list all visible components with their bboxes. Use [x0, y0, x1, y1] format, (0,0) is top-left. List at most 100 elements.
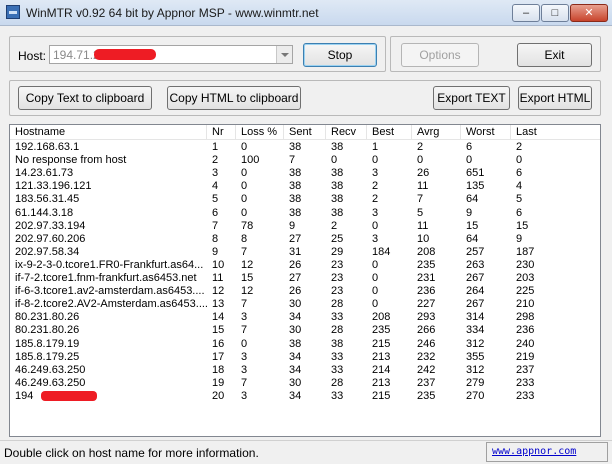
- cell-avrg: 246: [417, 337, 436, 350]
- cell-worst: 312: [466, 363, 485, 376]
- table-row[interactable]: 192.168.63.1 1 0 38 38 1 2 6 2: [10, 141, 600, 154]
- cell-recv: 28: [331, 324, 344, 337]
- cell-hostname: 46.249.63.250: [15, 376, 86, 389]
- title-bar[interactable]: WinMTR v0.92 64 bit by Appnor MSP - www.…: [0, 0, 612, 26]
- table-row[interactable]: 202.97.60.206 8 8 27 25 3 10 64 9: [10, 233, 600, 246]
- status-text: Double click on host name for more infor…: [4, 446, 259, 460]
- cell-loss: 3: [241, 389, 248, 402]
- minimize-button[interactable]: –: [512, 4, 540, 22]
- cell-nr: 7: [212, 219, 219, 232]
- cell-hostname: 185.8.179.25: [15, 350, 80, 363]
- cell-best: 215: [372, 337, 391, 350]
- column-nr[interactable]: Nr: [207, 125, 236, 140]
- cell-worst: 264: [466, 285, 485, 298]
- cell-best: 2: [372, 193, 379, 206]
- table-row[interactable]: ix-9-2-3-0.tcore1.FR0-Frankfurt.as64... 1…: [10, 259, 600, 272]
- cell-loss: 78: [241, 219, 254, 232]
- export-html-button[interactable]: Export HTML: [518, 86, 592, 110]
- cell-loss: 15: [241, 272, 254, 284]
- table-row[interactable]: 202.97.33.194 7 78 9 2 0 11 15 15: [10, 220, 600, 233]
- table-row[interactable]: 80.231.80.26 14 3 34 33 208 293 314 298: [10, 311, 600, 324]
- cell-recv: 23: [331, 272, 344, 284]
- cell-sent: 9: [289, 219, 296, 232]
- table-row[interactable]: 121.33.196.121 4 0 38 38 2 11 135 4: [10, 180, 600, 193]
- table-row[interactable]: if-6-3.tcore1.av2-amsterdam.as6453.... 12…: [10, 285, 600, 298]
- cell-recv: 33: [331, 389, 344, 402]
- cell-hostname: if-8-2.tcore2.AV2-Amsterdam.as6453....: [15, 298, 207, 311]
- table-row[interactable]: 46.249.63.250 18 3 34 33 214 242 312 237: [10, 364, 600, 377]
- cell-last: 6: [516, 206, 523, 219]
- chevron-down-icon[interactable]: [276, 46, 292, 63]
- column-worst[interactable]: Worst: [461, 125, 511, 140]
- table-row[interactable]: 185.8.179.25 17 3 34 33 213 232 355 219: [10, 351, 600, 364]
- cell-avrg: 7: [417, 193, 424, 206]
- cell-sent: 30: [289, 324, 302, 337]
- table-row[interactable]: No response from host 2 100 7 0 0 0 0 0: [10, 154, 600, 167]
- cell-best: 0: [372, 298, 379, 311]
- cell-last: 219: [516, 350, 535, 363]
- cell-recv: 28: [331, 298, 344, 311]
- cell-worst: 64: [466, 232, 479, 245]
- cell-recv: 38: [331, 337, 344, 350]
- cell-recv: 29: [331, 245, 344, 258]
- cell-best: 1: [372, 141, 379, 153]
- column-recv[interactable]: Recv: [326, 125, 367, 140]
- cell-worst: 257: [466, 245, 485, 258]
- cell-worst: 9: [466, 206, 473, 219]
- cell-last: 2: [516, 141, 523, 153]
- cell-recv: 33: [331, 350, 344, 363]
- table-row[interactable]: 80.231.80.26 15 7 30 28 235 266 334 236: [10, 324, 600, 337]
- cell-sent: 34: [289, 311, 302, 324]
- cell-sent: 26: [289, 285, 302, 298]
- column-last[interactable]: Last: [511, 125, 600, 140]
- cell-worst: 64: [466, 193, 479, 206]
- cell-best: 3: [372, 232, 379, 245]
- cell-nr: 13: [212, 298, 225, 311]
- cell-avrg: 2: [417, 141, 424, 153]
- cell-nr: 2: [212, 154, 219, 167]
- results-table[interactable]: Hostname Nr Loss % Sent Recv Best Avrg W…: [9, 124, 601, 437]
- table-row[interactable]: 202.97.58.34 9 7 31 29 184 208 257 187: [10, 246, 600, 259]
- stop-button[interactable]: Stop: [303, 43, 377, 67]
- cell-nr: 4: [212, 180, 219, 193]
- cell-loss: 0: [241, 141, 248, 153]
- cell-best: 0: [372, 219, 379, 232]
- cell-hostname: No response from host: [15, 154, 127, 167]
- table-row[interactable]: if-7-2.tcore1.fnm-frankfurt.as6453.net 11…: [10, 272, 600, 285]
- cell-worst: 334: [466, 324, 485, 337]
- close-button[interactable]: ✕: [570, 4, 608, 22]
- table-row[interactable]: 194 20 3 34 33 215 235 270 233: [10, 390, 600, 403]
- table-row[interactable]: 183.56.31.45 5 0 38 38 2 7 64 5: [10, 193, 600, 206]
- table-row[interactable]: 185.8.179.19 16 0 38 38 215 246 312 240: [10, 338, 600, 351]
- cell-worst: 15: [466, 219, 479, 232]
- column-hostname[interactable]: Hostname: [10, 125, 207, 140]
- table-row[interactable]: 14.23.61.73 3 0 38 38 3 26 651 6: [10, 167, 600, 180]
- cell-sent: 27: [289, 232, 302, 245]
- host-value: 194.71.2: [53, 48, 100, 62]
- cell-avrg: 11: [417, 219, 429, 232]
- copy-html-button[interactable]: Copy HTML to clipboard: [167, 86, 301, 110]
- cell-avrg: 0: [417, 154, 424, 167]
- table-row[interactable]: 61.144.3.18 6 0 38 38 3 5 9 6: [10, 207, 600, 220]
- cell-last: 6: [516, 167, 523, 180]
- maximize-button[interactable]: □: [541, 4, 569, 22]
- column-avrg[interactable]: Avrg: [412, 125, 461, 140]
- appnor-link[interactable]: www.appnor.com: [486, 442, 608, 462]
- exit-button[interactable]: Exit: [517, 43, 592, 67]
- export-text-button[interactable]: Export TEXT: [433, 86, 510, 110]
- column-sent[interactable]: Sent: [284, 125, 326, 140]
- cell-nr: 11: [212, 272, 224, 284]
- cell-recv: 28: [331, 376, 344, 389]
- cell-last: 210: [516, 298, 535, 311]
- table-row[interactable]: if-8-2.tcore2.AV2-Amsterdam.as6453.... 13…: [10, 298, 600, 311]
- table-row[interactable]: 46.249.63.250 19 7 30 28 213 237 279 233: [10, 377, 600, 390]
- copy-text-button[interactable]: Copy Text to clipboard: [18, 86, 152, 110]
- cell-recv: 2: [331, 219, 338, 232]
- cell-avrg: 10: [417, 232, 430, 245]
- options-button[interactable]: Options: [401, 43, 479, 67]
- host-combo[interactable]: 194.71.2: [49, 45, 293, 64]
- cell-sent: 38: [289, 337, 302, 350]
- cell-hostname: 202.97.33.194: [15, 219, 86, 232]
- column-best[interactable]: Best: [367, 125, 412, 140]
- column-loss[interactable]: Loss %: [236, 125, 284, 140]
